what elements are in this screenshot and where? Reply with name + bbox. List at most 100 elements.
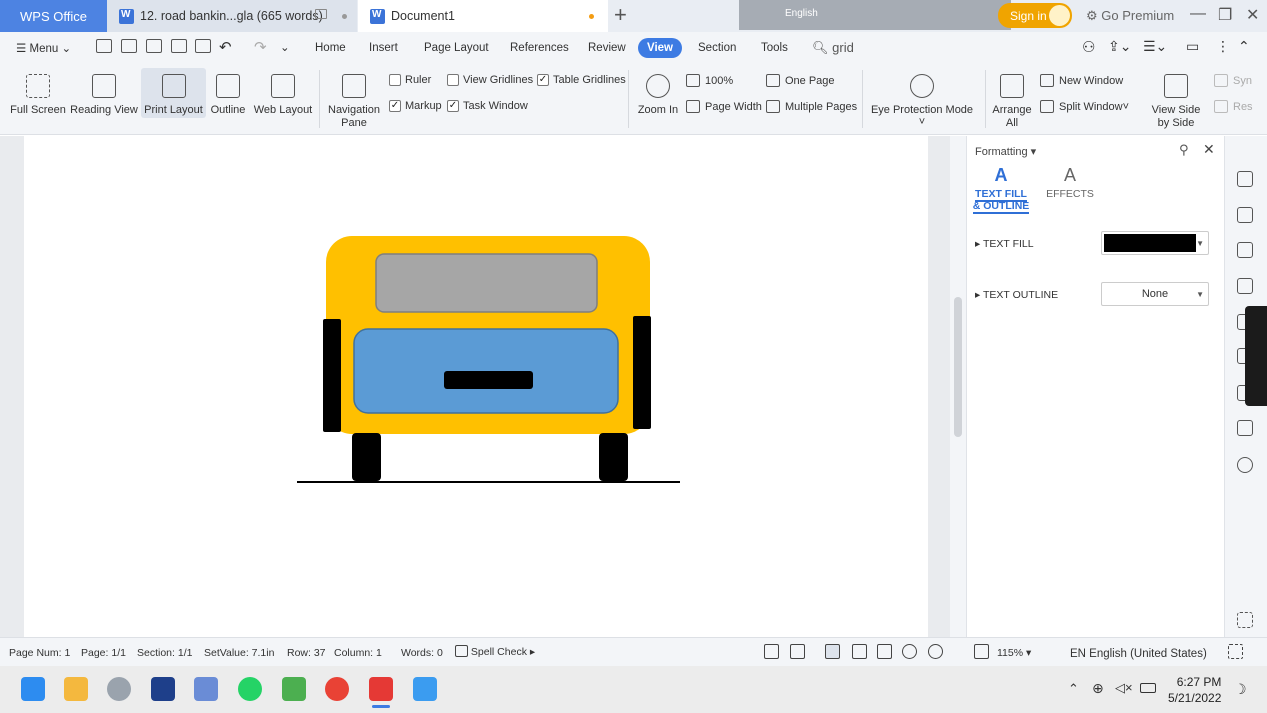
close-button[interactable]: ✕ bbox=[1246, 5, 1259, 25]
tab-document-road-banking[interactable]: 12. road bankin...gla (665 words) bbox=[107, 0, 357, 32]
view-gridlines-checkbox[interactable]: View Gridlines bbox=[447, 74, 533, 86]
outline-view-icon[interactable] bbox=[852, 644, 867, 659]
task-window-checkbox[interactable]: ✓ Task Window bbox=[447, 100, 528, 112]
tab-document1[interactable]: Document1 bbox=[358, 0, 608, 32]
notifications-icon[interactable]: ☽ bbox=[1234, 681, 1247, 698]
text-fill-section[interactable]: ▸ TEXT FILL bbox=[975, 238, 1034, 250]
document-info-icon[interactable] bbox=[764, 644, 779, 659]
wps-writer-taskbar-icon[interactable] bbox=[151, 677, 175, 701]
network-icon[interactable]: ⊕ bbox=[1092, 680, 1104, 697]
export-icon[interactable] bbox=[790, 644, 805, 659]
show-hidden-icons[interactable]: ⌃ bbox=[1068, 681, 1079, 697]
eye-protection-icon[interactable] bbox=[928, 644, 943, 659]
pin-icon[interactable]: ⚲ bbox=[1179, 142, 1189, 158]
bus-drawing[interactable] bbox=[24, 136, 928, 637]
screen-capture-toolbar[interactable] bbox=[1245, 306, 1267, 406]
tab-page-layout[interactable]: Page Layout bbox=[424, 42, 489, 54]
apps-grid-icon[interactable] bbox=[1237, 612, 1253, 628]
wps-office-taskbar-icon[interactable] bbox=[369, 677, 393, 701]
markup-checkbox[interactable]: ✓ Markup bbox=[389, 100, 442, 112]
language-button[interactable]: EN English (United States) bbox=[1070, 648, 1207, 660]
collapse-ribbon-icon[interactable]: ⌃ bbox=[1238, 38, 1250, 55]
table-gridlines-checkbox[interactable]: ✓ Table Gridlines bbox=[537, 74, 626, 86]
tab-effects[interactable]: A EFFECTS bbox=[1046, 165, 1094, 200]
ruler-checkbox[interactable]: Ruler bbox=[389, 74, 431, 86]
edit-picture-icon[interactable] bbox=[1237, 278, 1253, 294]
zoom-level-select[interactable]: 115% ▾ bbox=[997, 647, 1031, 659]
media-player-icon[interactable] bbox=[107, 677, 131, 701]
system-clock[interactable]: 6:27 PM 5/21/2022 bbox=[1168, 674, 1221, 706]
zoom-in-button[interactable]: Zoom In bbox=[635, 72, 681, 116]
text-fill-color-picker[interactable]: ▼ bbox=[1101, 231, 1209, 255]
new-window-button[interactable]: New Window bbox=[1040, 74, 1123, 87]
tab-tools[interactable]: Tools bbox=[761, 42, 788, 54]
list-icon[interactable] bbox=[1237, 420, 1253, 436]
reading-view-icon[interactable] bbox=[877, 644, 892, 659]
redo-icon[interactable]: ↷ bbox=[254, 38, 267, 56]
customize-chevron-icon[interactable]: ⌄ bbox=[280, 40, 290, 54]
status-words[interactable]: Words: 0 bbox=[401, 647, 443, 659]
search-box[interactable]: 🔍︎ grid bbox=[812, 40, 854, 56]
tab-text-fill-outline[interactable]: A TEXT FILL & OUTLINE bbox=[970, 165, 1032, 214]
tab-section[interactable]: Section bbox=[698, 42, 736, 54]
zoom-100-button[interactable]: 100% bbox=[686, 74, 733, 87]
chrome-icon[interactable] bbox=[325, 677, 349, 701]
undo-icon[interactable]: ↶ bbox=[219, 38, 232, 56]
multiple-pages-button[interactable]: Multiple Pages bbox=[766, 100, 857, 113]
scrollbar-thumb[interactable] bbox=[954, 297, 962, 437]
restore-button[interactable]: ❐ bbox=[1218, 5, 1232, 25]
paint-icon[interactable] bbox=[194, 677, 218, 701]
web-view-icon[interactable] bbox=[902, 644, 917, 659]
tab-review[interactable]: Review bbox=[588, 42, 626, 54]
lock-icon[interactable] bbox=[1237, 242, 1253, 258]
reading-view-button[interactable]: Reading View bbox=[70, 72, 138, 116]
store-app-icon[interactable] bbox=[282, 677, 306, 701]
print-preview-icon[interactable] bbox=[195, 39, 211, 53]
print-layout-button[interactable]: Print Layout bbox=[141, 68, 206, 118]
volume-muted-icon[interactable]: ◁× bbox=[1115, 680, 1133, 696]
export-pdf-icon[interactable] bbox=[146, 39, 162, 53]
battery-icon[interactable] bbox=[1140, 683, 1156, 693]
sign-in-button[interactable]: Sign in bbox=[998, 3, 1072, 28]
outline-format-icon[interactable]: ☰⌄ bbox=[1143, 38, 1167, 55]
web-layout-button[interactable]: Web Layout bbox=[252, 72, 314, 116]
share-user-icon[interactable]: ⚇ bbox=[1082, 38, 1095, 56]
outline-button[interactable]: Outline bbox=[208, 72, 248, 116]
new-tab-button[interactable]: + bbox=[614, 2, 627, 28]
cursor-select-icon[interactable] bbox=[1237, 207, 1253, 223]
menu-button[interactable]: ☰ Menu ⌄ bbox=[16, 41, 71, 55]
whatsapp-icon[interactable] bbox=[238, 677, 262, 701]
close-panel-icon[interactable]: ✕ bbox=[1203, 141, 1215, 158]
split-window-button[interactable]: Split Window ˅ bbox=[1040, 100, 1129, 113]
share-icon[interactable]: ⇪⌄ bbox=[1108, 38, 1131, 55]
fullscreen-toggle-icon[interactable] bbox=[1228, 644, 1243, 659]
save-icon[interactable] bbox=[121, 39, 137, 53]
formatting-dropdown[interactable]: Formatting ▾ bbox=[975, 145, 1036, 158]
one-page-button[interactable]: One Page bbox=[766, 74, 835, 87]
reset-window-button[interactable]: Res bbox=[1214, 100, 1253, 113]
tab-home[interactable]: Home bbox=[315, 42, 346, 54]
pen-icon[interactable] bbox=[1237, 171, 1253, 187]
file-explorer-icon[interactable] bbox=[64, 677, 88, 701]
spell-check-button[interactable]: Spell Check ▸ bbox=[455, 645, 535, 658]
help-icon[interactable] bbox=[1237, 457, 1253, 473]
go-premium-button[interactable]: ⚙ Go Premium bbox=[1086, 8, 1174, 24]
eye-protection-button[interactable]: Eye Protection Mode ˅ bbox=[868, 72, 976, 128]
open-folder-icon[interactable] bbox=[96, 39, 112, 53]
print-icon[interactable] bbox=[171, 39, 187, 53]
windows-start-icon[interactable] bbox=[21, 677, 45, 701]
text-outline-select[interactable]: None ▼ bbox=[1101, 282, 1209, 306]
print-layout-view-icon[interactable] bbox=[825, 644, 840, 659]
view-side-by-side-button[interactable]: View Side by Side bbox=[1145, 72, 1207, 130]
more-options-icon[interactable]: ⋮ bbox=[1216, 38, 1230, 55]
sync-app-icon[interactable] bbox=[413, 677, 437, 701]
navigation-pane-button[interactable]: Navigation Pane bbox=[326, 72, 382, 130]
tab-view[interactable]: View bbox=[638, 38, 682, 58]
text-outline-section[interactable]: ▸ TEXT OUTLINE bbox=[975, 289, 1058, 301]
tab-insert[interactable]: Insert bbox=[369, 42, 398, 54]
full-screen-button[interactable]: Full Screen bbox=[8, 72, 68, 116]
tab-references[interactable]: References bbox=[510, 42, 569, 54]
synchronous-scroll-button[interactable]: Syn bbox=[1214, 74, 1252, 87]
fit-page-icon[interactable] bbox=[974, 644, 989, 659]
comment-icon[interactable]: ▭ bbox=[1186, 38, 1199, 55]
